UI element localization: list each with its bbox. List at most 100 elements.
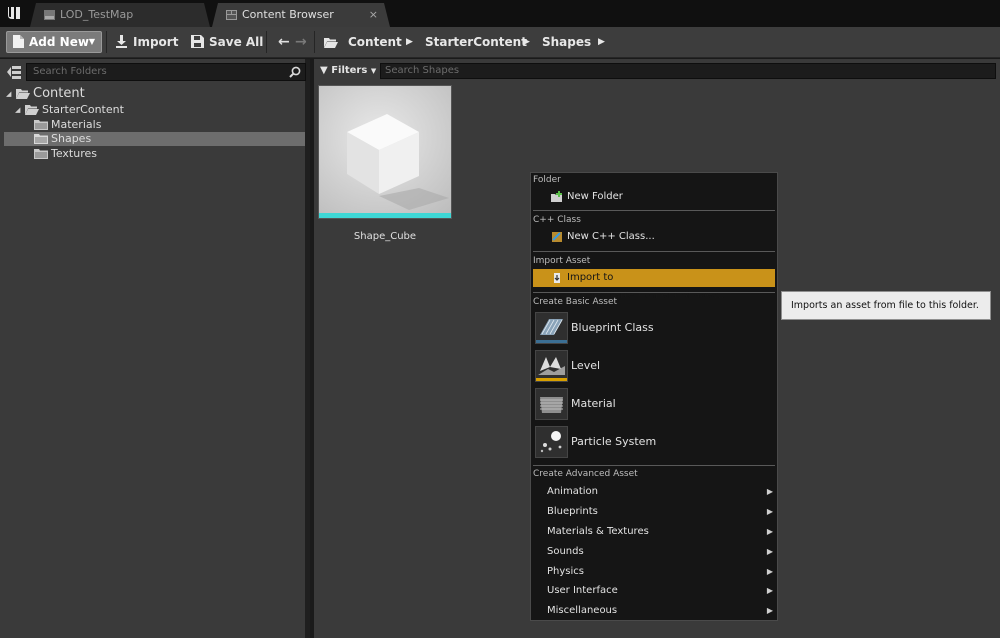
menu-section-cpp: C++ Class — [533, 215, 581, 225]
menu-item-level[interactable]: Level — [533, 348, 775, 384]
tree-item-textures[interactable]: Textures — [0, 147, 305, 161]
menu-section-basic-asset: Create Basic Asset — [533, 297, 618, 307]
submenu-arrow-icon: ▶ — [766, 606, 773, 615]
menu-item-import-to[interactable]: Import to /Game/StarterContent/Shapes... — [533, 269, 775, 301]
submenu-arrow-icon: ▶ — [766, 527, 773, 536]
menu-item-blueprints[interactable]: Blueprints ▶ — [533, 502, 775, 522]
tree-item-materials[interactable]: Materials — [0, 118, 305, 132]
menu-item-sounds[interactable]: Sounds ▶ — [533, 542, 775, 562]
menu-divider — [533, 210, 775, 211]
tree-item-startercontent[interactable]: ◢ StarterContent — [0, 103, 305, 117]
content-browser-toolbar: Add New ▼ Import Save All ← → Content ▶ … — [0, 27, 1000, 58]
filters-label: Filters — [331, 65, 368, 76]
menu-item-label: Animation — [547, 486, 598, 497]
open-folder-icon — [16, 89, 30, 99]
tree-item-label: StarterContent — [42, 103, 124, 116]
search-assets-input[interactable]: Search Shapes — [380, 63, 996, 79]
menu-divider — [533, 251, 775, 252]
particle-system-icon — [535, 426, 568, 458]
filter-funnel-icon: ▼ — [320, 65, 328, 76]
save-all-label: Save All — [209, 35, 264, 49]
save-icon — [191, 35, 204, 48]
filters-button[interactable]: ▼ Filters ▼ — [320, 63, 376, 79]
open-folder-icon — [25, 105, 39, 115]
menu-item-label: Physics — [547, 566, 584, 577]
new-document-icon — [13, 35, 24, 48]
menu-item-particle-system[interactable]: Particle System — [533, 424, 775, 460]
import-button[interactable]: Import — [115, 31, 178, 53]
tree-item-label: Shapes — [51, 132, 92, 145]
title-bar: LOD_TestMap Content Browser × — [0, 0, 1000, 27]
import-label: Import — [133, 35, 179, 49]
close-tab-icon[interactable]: × — [369, 3, 378, 27]
menu-item-label: Material — [571, 397, 616, 410]
folder-icon — [34, 120, 48, 130]
menu-item-label: New Folder — [567, 191, 623, 202]
level-icon — [44, 10, 55, 20]
menu-item-new-folder[interactable]: New Folder — [533, 188, 775, 206]
breadcrumb-startercontent[interactable]: StarterContent — [425, 31, 527, 53]
import-icon — [116, 35, 127, 48]
menu-item-label: User Interface — [547, 585, 618, 596]
submenu-arrow-icon: ▶ — [766, 547, 773, 556]
menu-item-miscellaneous[interactable]: Miscellaneous ▶ — [533, 601, 775, 621]
expand-arrow-icon[interactable]: ◢ — [6, 86, 11, 102]
chevron-down-icon: ▼ — [88, 37, 95, 46]
tree-item-label: Content — [33, 86, 85, 101]
save-all-button[interactable]: Save All — [191, 31, 263, 53]
breadcrumb-shapes[interactable]: Shapes — [542, 31, 591, 53]
menu-item-user-interface[interactable]: User Interface ▶ — [533, 581, 775, 601]
search-icon[interactable] — [289, 66, 301, 78]
asset-tile-shape-cube[interactable] — [318, 85, 452, 219]
menu-section-import: Import Asset — [533, 256, 591, 266]
filter-row: ▼ Filters ▼ Search Shapes — [314, 63, 1000, 79]
toggle-sources-icon[interactable] — [6, 64, 22, 80]
import-asset-icon — [554, 273, 560, 283]
toolbar-divider — [266, 31, 267, 53]
menu-item-animation[interactable]: Animation ▶ — [533, 482, 775, 502]
expand-arrow-icon[interactable]: ◢ — [15, 103, 20, 117]
submenu-arrow-icon: ▶ — [766, 487, 773, 496]
chevron-down-icon: ▼ — [370, 67, 377, 75]
search-folders-input[interactable]: Search Folders — [26, 63, 306, 81]
open-folder-icon — [324, 38, 338, 48]
folder-icon — [34, 134, 48, 144]
menu-item-label: Level — [571, 359, 601, 372]
material-icon — [535, 388, 568, 420]
menu-item-material[interactable]: Material — [533, 386, 775, 422]
unreal-logo-icon — [8, 7, 20, 19]
menu-item-blueprint-class[interactable]: Blueprint Class — [533, 310, 775, 346]
add-new-context-menu: Folder New Folder C++ Class New C++ Clas… — [530, 172, 778, 621]
menu-item-label: Blueprints — [547, 506, 598, 517]
menu-item-materials-textures[interactable]: Materials & Textures ▶ — [533, 522, 775, 542]
breadcrumb-separator-icon[interactable]: ▶ — [406, 31, 413, 53]
menu-item-label: Particle System — [571, 435, 657, 448]
menu-item-new-cpp-class[interactable]: New C++ Class... — [533, 228, 775, 246]
menu-item-physics[interactable]: Physics ▶ — [533, 562, 775, 582]
tab-lod-testmap[interactable]: LOD_TestMap — [30, 3, 210, 27]
add-new-button[interactable]: Add New ▼ — [6, 31, 102, 53]
add-new-label: Add New — [29, 35, 89, 49]
tab-content-browser[interactable]: Content Browser × — [212, 3, 390, 27]
menu-item-label: Miscellaneous — [547, 605, 618, 616]
level-icon — [535, 350, 568, 382]
tab-label: LOD_TestMap — [60, 8, 134, 21]
tree-item-shapes[interactable]: Shapes — [4, 132, 305, 146]
asset-name-label: Shape_Cube — [353, 231, 417, 242]
submenu-arrow-icon: ▶ — [766, 507, 773, 516]
toolbar-divider — [106, 31, 107, 53]
folder-search-row: Search Folders — [0, 63, 306, 81]
asset-type-color-bar — [319, 213, 451, 218]
tree-item-label: Materials — [51, 118, 102, 131]
back-arrow-icon[interactable]: ← — [278, 33, 290, 51]
menu-section-folder: Folder — [533, 175, 561, 185]
forward-arrow-icon[interactable]: → — [295, 33, 307, 51]
cpp-class-icon — [552, 232, 562, 242]
tree-item-label: Textures — [51, 147, 97, 160]
breadcrumb-content[interactable]: Content — [348, 31, 402, 53]
folder-icon — [34, 149, 48, 159]
breadcrumb-separator-icon[interactable]: ▶ — [598, 31, 605, 53]
tree-item-content[interactable]: ◢ Content — [0, 86, 305, 102]
menu-item-label: Materials & Textures — [547, 526, 649, 537]
breadcrumb-separator-icon[interactable]: ▶ — [523, 31, 530, 53]
